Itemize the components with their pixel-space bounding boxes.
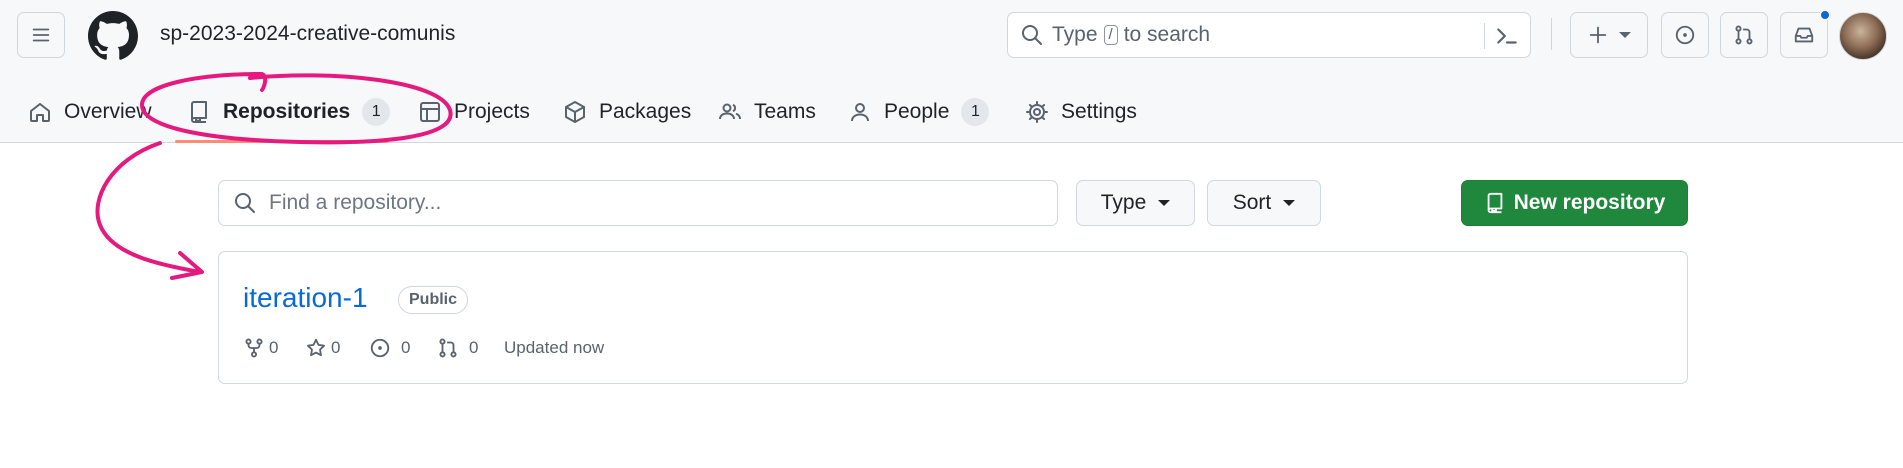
visibility-badge: Public — [398, 286, 469, 314]
org-nav-tabs: Overview Repositories 1 Projects Package… — [0, 82, 1903, 142]
search-icon — [235, 193, 255, 213]
tab-label: Teams — [754, 100, 816, 123]
fork-icon — [245, 338, 263, 358]
type-filter-label: Type — [1100, 191, 1147, 214]
search-icon — [1022, 25, 1042, 45]
plus-icon — [1589, 26, 1607, 44]
repo-name-link[interactable]: iteration-1 — [243, 282, 368, 314]
search-prefix: Type — [1052, 23, 1098, 46]
menu-icon — [32, 28, 50, 42]
issues-value: 0 — [401, 338, 411, 357]
new-repository-button[interactable]: New repository — [1461, 180, 1688, 226]
pull-request-icon — [439, 338, 457, 358]
tab-label: Overview — [64, 100, 152, 123]
updated-time: Updated now — [504, 338, 605, 357]
search-suffix: to search — [1123, 23, 1211, 46]
tab-counter: 1 — [961, 98, 990, 126]
find-repository-field[interactable] — [218, 180, 1058, 226]
active-tab-underline — [175, 140, 388, 143]
issues-count[interactable]: 0 — [369, 336, 410, 360]
issues-button[interactable] — [1661, 12, 1709, 58]
stars-count[interactable]: 0 — [305, 336, 340, 360]
pulls-count[interactable]: 0 — [437, 336, 478, 360]
forks-value: 0 — [269, 338, 279, 357]
tab-label: Repositories — [223, 100, 351, 123]
tab-settings[interactable]: Settings — [1025, 82, 1137, 142]
people-icon — [719, 103, 741, 120]
avatar[interactable] — [1839, 12, 1887, 60]
tab-people[interactable]: People 1 — [848, 82, 990, 142]
tab-teams[interactable]: Teams — [718, 82, 816, 142]
person-icon — [851, 103, 869, 122]
tab-repositories[interactable]: Repositories 1 — [187, 82, 391, 142]
stars-value: 0 — [331, 338, 341, 357]
tab-label: People — [884, 100, 950, 123]
tab-label: Settings — [1061, 100, 1137, 123]
app-header: sp-2023-2024-creative-comunis Type / to … — [0, 0, 1903, 143]
chevron-down-icon — [1283, 200, 1296, 206]
project-icon — [420, 102, 440, 122]
chevron-down-icon — [1619, 32, 1631, 38]
divider — [1551, 18, 1552, 50]
org-name[interactable]: sp-2023-2024-creative-comunis — [160, 22, 455, 46]
repo-icon — [1487, 192, 1502, 214]
github-logo-icon[interactable] — [88, 11, 138, 61]
package-icon — [565, 101, 585, 123]
repo-icon — [191, 101, 207, 123]
command-palette-icon[interactable] — [1494, 23, 1520, 49]
search-placeholder: Type / to search — [1052, 23, 1210, 47]
annotation-arrow — [95, 141, 202, 274]
tab-projects[interactable]: Projects — [418, 82, 530, 142]
issues-icon — [370, 338, 390, 358]
tab-label: Projects — [454, 100, 530, 123]
search-shortcut-key: / — [1103, 25, 1118, 45]
top-bar: sp-2023-2024-creative-comunis Type / to … — [0, 0, 1903, 72]
issues-icon — [1675, 25, 1695, 45]
repo-list-item: iteration-1 Public 0 0 0 0 Updated now — [218, 251, 1688, 384]
annotation-arrowhead — [170, 251, 204, 280]
gear-icon — [1026, 101, 1048, 123]
tab-overview[interactable]: Overview — [28, 82, 152, 142]
pull-request-icon — [1735, 25, 1753, 45]
chevron-down-icon — [1158, 200, 1171, 206]
type-filter-button[interactable]: Type — [1076, 180, 1195, 226]
create-new-button[interactable] — [1570, 12, 1648, 58]
tab-label: Packages — [599, 100, 692, 123]
sort-button[interactable]: Sort — [1207, 180, 1321, 226]
search-divider — [1484, 23, 1485, 49]
tab-counter: 1 — [362, 98, 391, 126]
new-repository-label: New repository — [1513, 191, 1666, 214]
tab-packages[interactable]: Packages — [563, 82, 691, 142]
forks-count[interactable]: 0 — [243, 336, 278, 360]
notification-dot — [1819, 9, 1831, 21]
pull-requests-button[interactable] — [1720, 12, 1768, 58]
pulls-value: 0 — [469, 338, 479, 357]
sort-label: Sort — [1232, 191, 1272, 214]
home-icon — [30, 103, 50, 122]
inbox-icon — [1794, 27, 1814, 43]
star-icon — [307, 338, 325, 357]
menu-button[interactable] — [17, 12, 65, 58]
find-repository-input[interactable] — [269, 191, 1049, 215]
search-input[interactable]: Type / to search — [1007, 12, 1531, 58]
